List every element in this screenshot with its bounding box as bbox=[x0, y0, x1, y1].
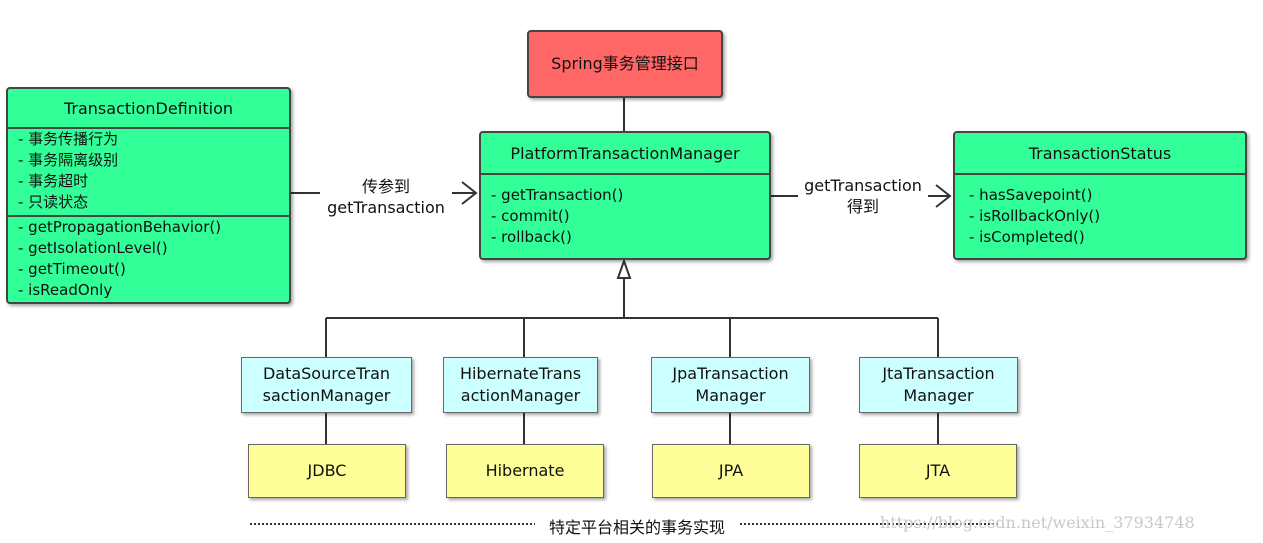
label-line: Manager bbox=[695, 386, 766, 405]
label-line: getTransaction bbox=[327, 198, 445, 217]
method: - rollback() bbox=[491, 228, 572, 246]
method: - getTransaction() bbox=[491, 186, 624, 204]
platform-label: JPA bbox=[718, 461, 744, 480]
label-line: sactionManager bbox=[262, 386, 391, 405]
attribute: - 事务超时 bbox=[18, 172, 89, 190]
class-title: TransactionDefinition bbox=[8, 89, 289, 129]
method: - hasSavepoint() bbox=[969, 186, 1093, 204]
class-title: PlatformTransactionManager bbox=[481, 133, 769, 175]
transaction-status-box: TransactionStatus - hasSavepoint() - isR… bbox=[953, 131, 1247, 260]
method: - isRollbackOnly() bbox=[969, 207, 1101, 225]
hibernate-transaction-manager-box: HibernateTrans actionManager bbox=[443, 357, 598, 413]
obtain-label: getTransaction 得到 bbox=[798, 175, 928, 217]
label-line: JpaTransaction bbox=[672, 364, 789, 383]
methods-section: - getPropagationBehavior() - getIsolatio… bbox=[8, 215, 289, 301]
jta-transaction-manager-box: JtaTransaction Manager bbox=[859, 357, 1018, 413]
spring-interface-box: Spring事务管理接口 bbox=[527, 30, 723, 98]
label-line: getTransaction bbox=[804, 176, 922, 195]
platform-label: Hibernate bbox=[485, 461, 565, 480]
method: - isReadOnly bbox=[18, 281, 113, 299]
jta-box: JTA bbox=[859, 444, 1017, 498]
footer-label: 特定平台相关的事务实现 bbox=[548, 518, 725, 537]
label-line: actionManager bbox=[460, 386, 581, 405]
interface-label: Spring事务管理接口 bbox=[551, 54, 699, 73]
watermark: https://blog.csdn.net/weixin_37934748 bbox=[880, 513, 1195, 532]
platform-transaction-manager-box: PlatformTransactionManager - getTransact… bbox=[479, 131, 771, 260]
attributes-section: - 事务传播行为 - 事务隔离级别 - 事务超时 - 只读状态 bbox=[8, 129, 289, 215]
jdbc-box: JDBC bbox=[248, 444, 406, 498]
method: - getTimeout() bbox=[18, 260, 126, 278]
label-line: 传参到 bbox=[361, 177, 410, 196]
attribute: - 事务传播行为 bbox=[18, 130, 119, 148]
jpa-transaction-manager-box: JpaTransaction Manager bbox=[651, 357, 810, 413]
method: - getIsolationLevel() bbox=[18, 239, 168, 257]
label-line: DataSourceTran bbox=[262, 364, 391, 383]
platform-label: JTA bbox=[925, 461, 951, 480]
label-line: JtaTransaction bbox=[882, 364, 995, 383]
jpa-box: JPA bbox=[652, 444, 810, 498]
attribute: - 只读状态 bbox=[18, 193, 89, 211]
pass-to-label: 传参到 getTransaction bbox=[320, 176, 452, 218]
attribute: - 事务隔离级别 bbox=[18, 151, 119, 169]
inheritance-triangle-icon bbox=[616, 257, 632, 279]
method: - getPropagationBehavior() bbox=[18, 218, 222, 236]
datasource-transaction-manager-box: DataSourceTran sactionManager bbox=[241, 357, 412, 413]
method: - isCompleted() bbox=[969, 228, 1085, 246]
class-title: TransactionStatus bbox=[955, 133, 1245, 175]
methods-section: - getTransaction() - commit() - rollback… bbox=[481, 175, 769, 248]
methods-section: - hasSavepoint() - isRollbackOnly() - is… bbox=[955, 175, 1245, 248]
label-line: 得到 bbox=[846, 197, 879, 216]
transaction-definition-box: TransactionDefinition - 事务传播行为 - 事务隔离级别 … bbox=[6, 87, 291, 304]
platform-label: JDBC bbox=[307, 461, 347, 480]
method: - commit() bbox=[491, 207, 570, 225]
label-line: HibernateTrans bbox=[459, 364, 582, 383]
label-line: Manager bbox=[903, 386, 974, 405]
hibernate-box: Hibernate bbox=[446, 444, 604, 498]
